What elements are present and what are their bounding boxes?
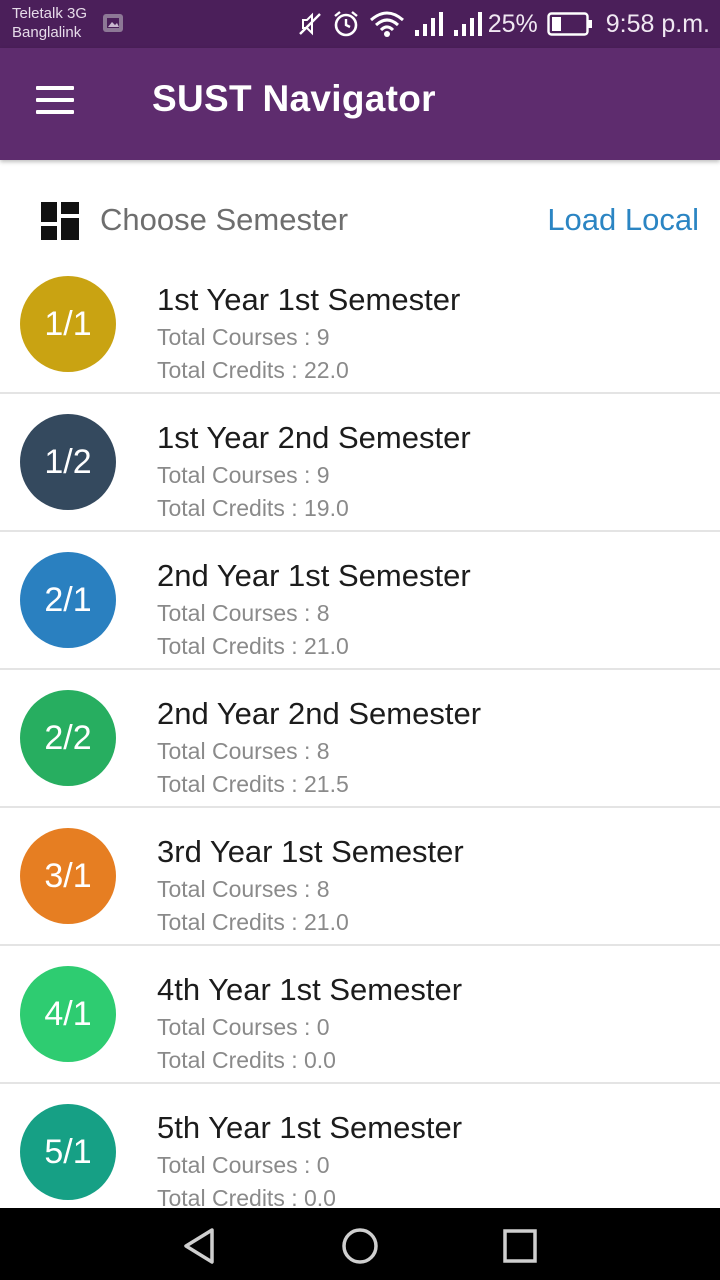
semester-badge: 4/1	[20, 966, 116, 1062]
list-item[interactable]: 3/1 3rd Year 1st Semester Total Courses …	[0, 808, 720, 946]
total-credits: Total Credits : 0.0	[157, 1185, 336, 1208]
total-credits: Total Credits : 21.0	[157, 909, 349, 935]
app-title: SUST Navigator	[152, 78, 436, 119]
semester-title: 3rd Year 1st Semester	[157, 834, 464, 869]
total-courses: Total Courses : 0	[157, 1014, 330, 1040]
wifi-icon	[369, 11, 404, 37]
signal-icon	[453, 12, 482, 36]
carrier-info: Teletalk 3G Banglalink	[12, 4, 87, 42]
status-icons: 25% 9:58 p.m.	[297, 0, 710, 48]
semester-badge: 5/1	[20, 1104, 116, 1200]
total-credits: Total Credits : 21.5	[157, 771, 349, 797]
navigation-bar	[0, 1208, 720, 1280]
list-item[interactable]: 1/2 1st Year 2nd Semester Total Courses …	[0, 394, 720, 532]
semester-list: 1/1 1st Year 1st Semester Total Courses …	[0, 256, 720, 1208]
list-item[interactable]: 1/1 1st Year 1st Semester Total Courses …	[0, 256, 720, 394]
battery-icon	[547, 12, 592, 36]
total-credits: Total Credits : 19.0	[157, 495, 349, 521]
total-courses: Total Courses : 8	[157, 600, 330, 626]
hamburger-menu-icon[interactable]	[36, 86, 76, 120]
list-item[interactable]: 2/2 2nd Year 2nd Semester Total Courses …	[0, 670, 720, 808]
total-credits: Total Credits : 21.0	[157, 633, 349, 659]
app-bar: SUST Navigator	[0, 48, 720, 160]
total-credits: Total Credits : 22.0	[157, 357, 349, 383]
semester-title: 2nd Year 1st Semester	[157, 558, 471, 593]
dashboard-icon	[41, 202, 79, 240]
semester-title: 1st Year 2nd Semester	[157, 420, 471, 455]
list-item[interactable]: 5/1 5th Year 1st Semester Total Courses …	[0, 1084, 720, 1208]
total-courses: Total Courses : 9	[157, 462, 330, 488]
total-courses: Total Courses : 0	[157, 1152, 330, 1178]
status-bar: Teletalk 3G Banglalink 25% 9:58 p.m.	[0, 0, 720, 48]
carrier-1: Teletalk 3G	[12, 5, 88, 22]
total-courses: Total Courses : 9	[157, 324, 330, 350]
home-circle-icon[interactable]	[340, 1226, 380, 1266]
list-item[interactable]: 4/1 4th Year 1st Semester Total Courses …	[0, 946, 720, 1084]
choose-semester-label: Choose Semester	[100, 202, 349, 237]
recents-square-icon[interactable]	[500, 1226, 540, 1266]
battery-percent: 25%	[487, 9, 538, 38]
semester-badge: 2/1	[20, 552, 116, 648]
semester-title: 2nd Year 2nd Semester	[157, 696, 482, 731]
semester-badge: 1/2	[20, 414, 116, 510]
total-credits: Total Credits : 0.0	[157, 1047, 336, 1073]
back-triangle-icon[interactable]	[180, 1226, 220, 1266]
mute-icon	[298, 12, 321, 36]
semester-title: 4th Year 1st Semester	[157, 972, 463, 1007]
load-local-button[interactable]: Load Local	[547, 202, 699, 238]
gallery-icon	[103, 14, 123, 32]
clock: 9:58 p.m.	[605, 9, 710, 38]
alarm-icon	[333, 11, 358, 37]
semester-badge: 2/2	[20, 690, 116, 786]
total-courses: Total Courses : 8	[157, 876, 330, 902]
signal-icon	[414, 12, 443, 36]
list-item[interactable]: 2/1 2nd Year 1st Semester Total Courses …	[0, 532, 720, 670]
semester-badge: 3/1	[20, 828, 116, 924]
carrier-2: Banglalink	[12, 24, 82, 41]
semester-badge: 1/1	[20, 276, 116, 372]
semester-title: 1st Year 1st Semester	[157, 282, 461, 317]
semester-title: 5th Year 1st Semester	[157, 1110, 463, 1145]
total-courses: Total Courses : 8	[157, 738, 330, 764]
